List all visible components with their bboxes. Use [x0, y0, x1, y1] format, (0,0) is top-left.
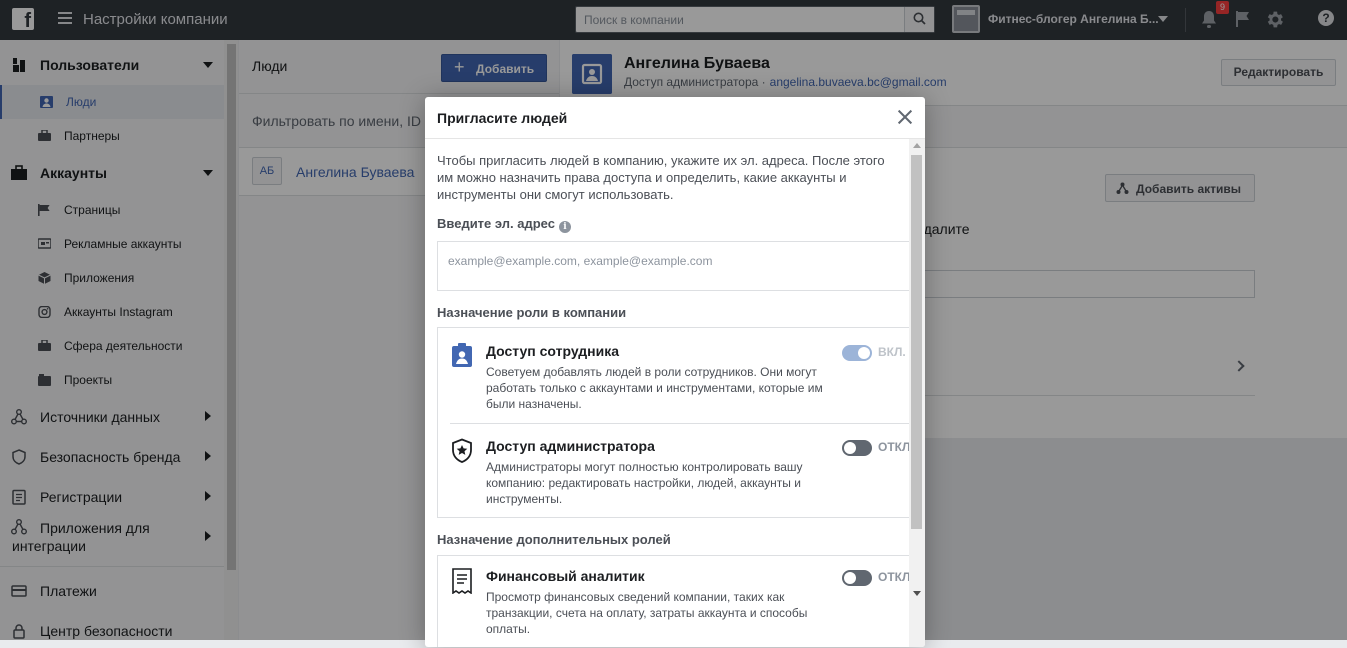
- email-input[interactable]: [448, 246, 908, 276]
- email-field: [437, 241, 909, 291]
- dialog-title: Пригласите людей: [437, 110, 568, 126]
- role-finance-analyst: Финансовый аналитик Просмотр финансовых …: [438, 568, 909, 647]
- employee-badge-icon: [452, 343, 472, 367]
- toggle-state-label: ОТКЛ.: [878, 570, 909, 584]
- dialog-header: Пригласите людей: [425, 97, 925, 139]
- role-description: Советуем добавлять людей в роли сотрудни…: [486, 365, 823, 411]
- company-role-heading: Назначение роли в компании: [437, 305, 627, 320]
- additional-roles-heading: Назначение дополнительных ролей: [437, 532, 671, 547]
- role-name: Доступ администратора: [486, 438, 655, 454]
- email-label: Введите эл. адрес i: [437, 216, 571, 233]
- toggle-state-label: ОТКЛ.: [878, 440, 909, 454]
- role-admin: Доступ администратора Администраторы мог…: [438, 438, 909, 518]
- employee-access-toggle[interactable]: [842, 345, 872, 361]
- role-name: Финансовый аналитик: [486, 568, 645, 584]
- info-icon[interactable]: i: [558, 221, 571, 233]
- role-name: Доступ сотрудника: [486, 343, 620, 359]
- finance-receipt-icon: [452, 568, 472, 594]
- dialog-body: Чтобы пригласить людей в компанию, укажи…: [425, 139, 909, 647]
- role-employee: Доступ сотрудника Советуем добавлять люд…: [438, 343, 909, 423]
- company-roles-box: Доступ сотрудника Советуем добавлять люд…: [437, 327, 909, 518]
- invite-people-dialog: Пригласите людей Чтобы пригласить людей …: [425, 97, 925, 647]
- dialog-scrollbar-thumb[interactable]: [911, 155, 922, 529]
- email-label-text: Введите эл. адрес: [437, 216, 555, 231]
- scroll-up-icon[interactable]: [913, 143, 921, 148]
- additional-roles-box: Финансовый аналитик Просмотр финансовых …: [437, 555, 909, 647]
- close-icon[interactable]: [897, 109, 913, 125]
- role-description: Администраторы могут полностью контролир…: [486, 460, 803, 506]
- finance-analyst-toggle[interactable]: [842, 570, 872, 586]
- role-description: Просмотр финансовых сведений компании, т…: [486, 590, 808, 636]
- dialog-intro: Чтобы пригласить людей в компанию, укажи…: [437, 153, 885, 202]
- divider: [450, 423, 909, 424]
- toggle-state-label: ВКЛ.: [878, 345, 906, 359]
- scroll-down-icon[interactable]: [913, 591, 921, 596]
- admin-shield-icon: [452, 438, 472, 463]
- admin-access-toggle[interactable]: [842, 440, 872, 456]
